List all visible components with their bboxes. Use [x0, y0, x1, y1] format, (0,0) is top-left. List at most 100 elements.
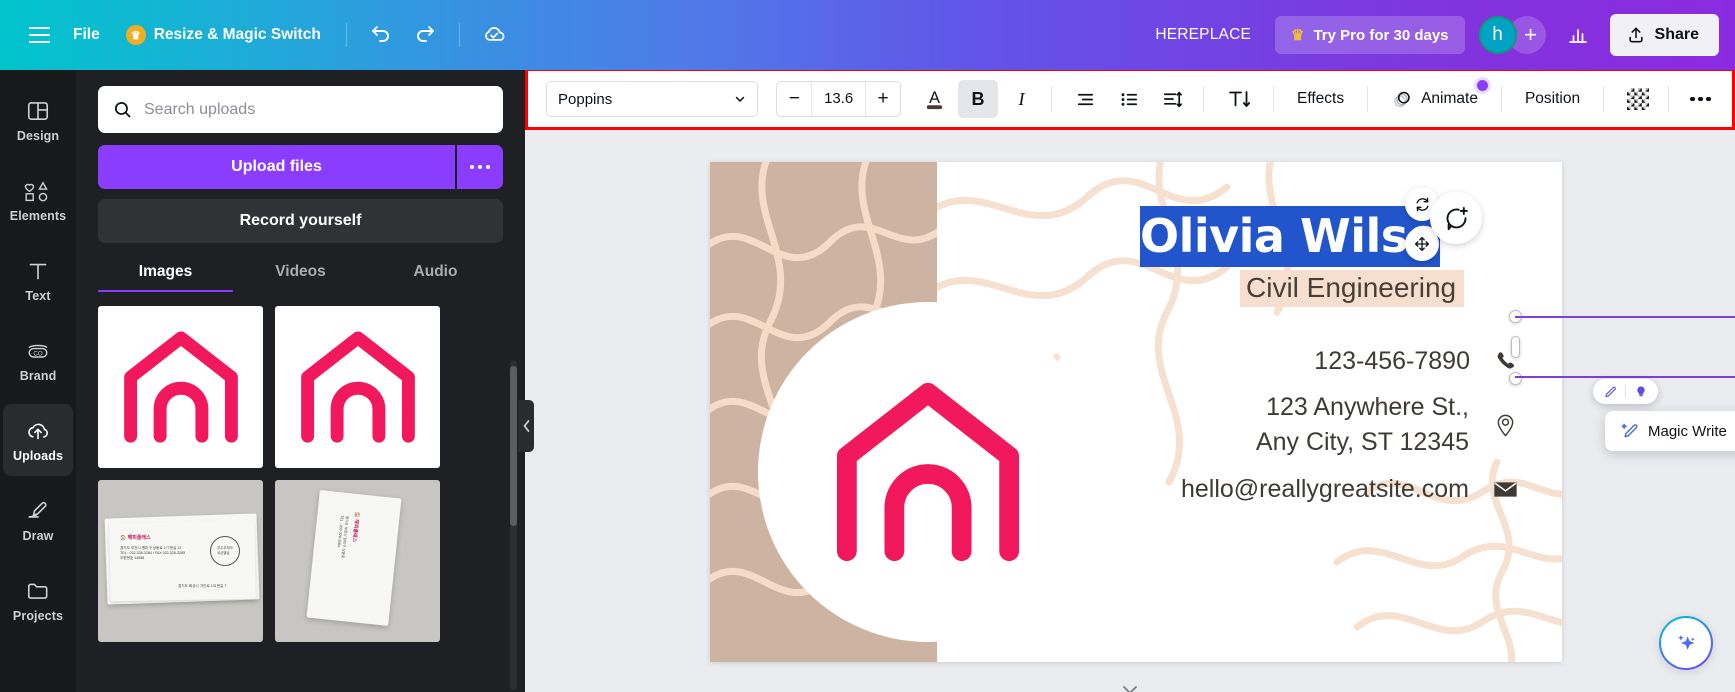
sidebar-item-text[interactable]: Text [3, 244, 73, 316]
toolbar-separator-5 [1500, 86, 1502, 112]
tab-videos[interactable]: Videos [233, 263, 368, 292]
magic-write-popup: Magic Write [1605, 411, 1735, 451]
transparency-icon [1626, 88, 1649, 110]
house-logo-thumbnail-1[interactable] [98, 306, 263, 468]
sidebar-item-brand[interactable]: CO Brand [3, 324, 73, 396]
uploads-panel: Search uploads Upload files Record yours… [76, 70, 525, 692]
document-title[interactable]: HEREPLACE [1141, 17, 1265, 53]
sidebar-item-design[interactable]: Design [3, 84, 73, 156]
bold-label: B [971, 88, 985, 109]
search-uploads-field[interactable]: Search uploads [98, 86, 503, 133]
tab-audio[interactable]: Audio [368, 263, 503, 292]
effects-label: Effects [1297, 90, 1345, 107]
bullet-list-button[interactable] [1110, 80, 1149, 118]
projects-icon [27, 583, 48, 599]
italic-button[interactable]: I [1002, 80, 1041, 118]
magic-write-button[interactable]: Magic Write [1611, 415, 1735, 447]
sparkles-icon [1677, 634, 1695, 650]
italic-label: I [1018, 88, 1025, 109]
panel-scrollbar[interactable] [510, 366, 517, 526]
text-direction-button[interactable] [1218, 80, 1263, 118]
position-button[interactable]: Position [1512, 81, 1593, 117]
text-align-button[interactable] [1066, 80, 1105, 118]
tab-label: Audio [413, 263, 458, 280]
top-bar: File ♛ Resize & Magic Switch HEREPLACE ♛… [0, 0, 1735, 70]
effects-button[interactable]: Effects [1284, 81, 1357, 117]
add-comment-icon[interactable] [1430, 192, 1482, 244]
ai-assistant-button[interactable] [1659, 616, 1713, 670]
selection-handle-top-left[interactable] [1509, 310, 1522, 323]
envelope-photo-thumbnail-2[interactable]: 🏠 해피플래스 경기도 부천시 원미구 상동로 TEL : 032-328-328… [275, 480, 440, 642]
magic-write-label: Magic Write [1648, 422, 1727, 440]
crown-icon-pro: ♛ [1291, 27, 1305, 44]
canvas-area[interactable]: Olivia Wilson Civil Engineering 123-456-… [525, 130, 1735, 692]
location-pin-icon [1497, 414, 1514, 437]
toolbar-separator-1 [1051, 86, 1053, 112]
text-edit-pill [1593, 379, 1658, 404]
undo-icon[interactable] [359, 13, 403, 57]
sidebar-item-label: Design [16, 128, 60, 143]
position-label: Position [1524, 90, 1581, 107]
tab-images[interactable]: Images [98, 263, 233, 292]
uploads-thumbnail-grid: 🏠 해피플래스 경기도 부천시 원미구 상동로 177번길 12 TEL : 03… [98, 306, 503, 642]
sidebar-item-label: Projects [12, 608, 64, 623]
card-email-row[interactable]: hello@reallygreatsite.com [1181, 472, 1518, 507]
brand-icon: CO [28, 344, 48, 358]
share-label: Share [1654, 26, 1699, 43]
collaborators: h + [1478, 16, 1546, 54]
file-menu-button[interactable]: File [60, 17, 113, 53]
search-icon [114, 101, 131, 118]
transparency-button[interactable] [1618, 80, 1657, 118]
card-role-text[interactable]: Civil Engineering [1240, 270, 1465, 307]
record-yourself-button[interactable]: Record yourself [98, 199, 503, 243]
card-phone-row[interactable]: 123-456-7890 [1314, 344, 1518, 379]
uploads-icon [28, 423, 48, 439]
line-spacing-button[interactable] [1153, 80, 1192, 118]
card-address-line1: 123 Anywhere St., [1266, 393, 1469, 421]
text-icon [29, 263, 47, 279]
next-page-chevron-icon[interactable] [1121, 684, 1139, 692]
sidebar-item-elements[interactable]: Elements [3, 164, 73, 236]
upload-more-options-icon[interactable] [457, 145, 503, 189]
pill-divider [1625, 385, 1626, 398]
font-size-input[interactable]: 13.6 [811, 82, 867, 116]
redo-icon[interactable] [403, 13, 447, 57]
bold-button[interactable]: B [958, 80, 998, 118]
try-pro-button[interactable]: ♛ Try Pro for 30 days [1275, 16, 1465, 54]
sidebar-item-draw[interactable]: Draw [3, 484, 73, 556]
sidebar-item-uploads[interactable]: Uploads [3, 404, 73, 476]
card-name-text[interactable]: Olivia Wilson [1140, 206, 1471, 268]
animate-button[interactable]: Animate [1378, 79, 1491, 119]
edit-pencil-icon[interactable] [1597, 381, 1623, 403]
sidebar-item-label: Uploads [12, 448, 63, 463]
upload-files-button[interactable]: Upload files [98, 145, 455, 189]
toolbar-separator-4 [1367, 86, 1369, 112]
avatar[interactable]: h [1478, 16, 1517, 54]
envelope-icon [1494, 482, 1517, 497]
house-logo-thumbnail-2[interactable] [275, 306, 440, 468]
panel-collapse-button[interactable] [518, 400, 534, 452]
phone-icon [1497, 352, 1514, 369]
text-color-button[interactable]: A [915, 80, 954, 118]
card-address-row[interactable]: 123 Anywhere St., Any City, ST 12345 [1256, 390, 1518, 459]
bullet-list-icon [1121, 92, 1138, 106]
search-placeholder: Search uploads [144, 100, 256, 118]
font-family-select[interactable]: Poppins [546, 81, 759, 117]
lightbulb-icon[interactable] [1628, 381, 1654, 403]
share-button[interactable]: Share [1609, 14, 1719, 56]
animate-label: Animate [1421, 90, 1478, 107]
sidebar-item-projects[interactable]: Projects [3, 564, 73, 636]
bar-chart-icon[interactable] [1556, 13, 1600, 57]
hamburger-icon[interactable] [18, 14, 60, 56]
sidebar-item-label: Text [25, 288, 51, 303]
font-size-stepper: − 13.6 + [776, 81, 901, 117]
cloud-saved-icon[interactable] [472, 13, 516, 57]
resize-magic-switch-button[interactable]: ♛ Resize & Magic Switch [113, 16, 334, 54]
left-sidebar: Design Elements Text CO Brand Uploads Dr… [0, 70, 76, 692]
envelope-photo-thumbnail-1[interactable]: 🏠 해피플래스 경기도 부천시 원미구 상동로 177번길 12 TEL : 03… [98, 480, 263, 642]
font-size-decrease-button[interactable]: − [777, 82, 811, 116]
animate-icon [1394, 91, 1410, 108]
more-options-button[interactable] [1679, 80, 1722, 118]
crown-icon: ♛ [125, 25, 146, 45]
font-size-increase-button[interactable]: + [866, 82, 900, 116]
